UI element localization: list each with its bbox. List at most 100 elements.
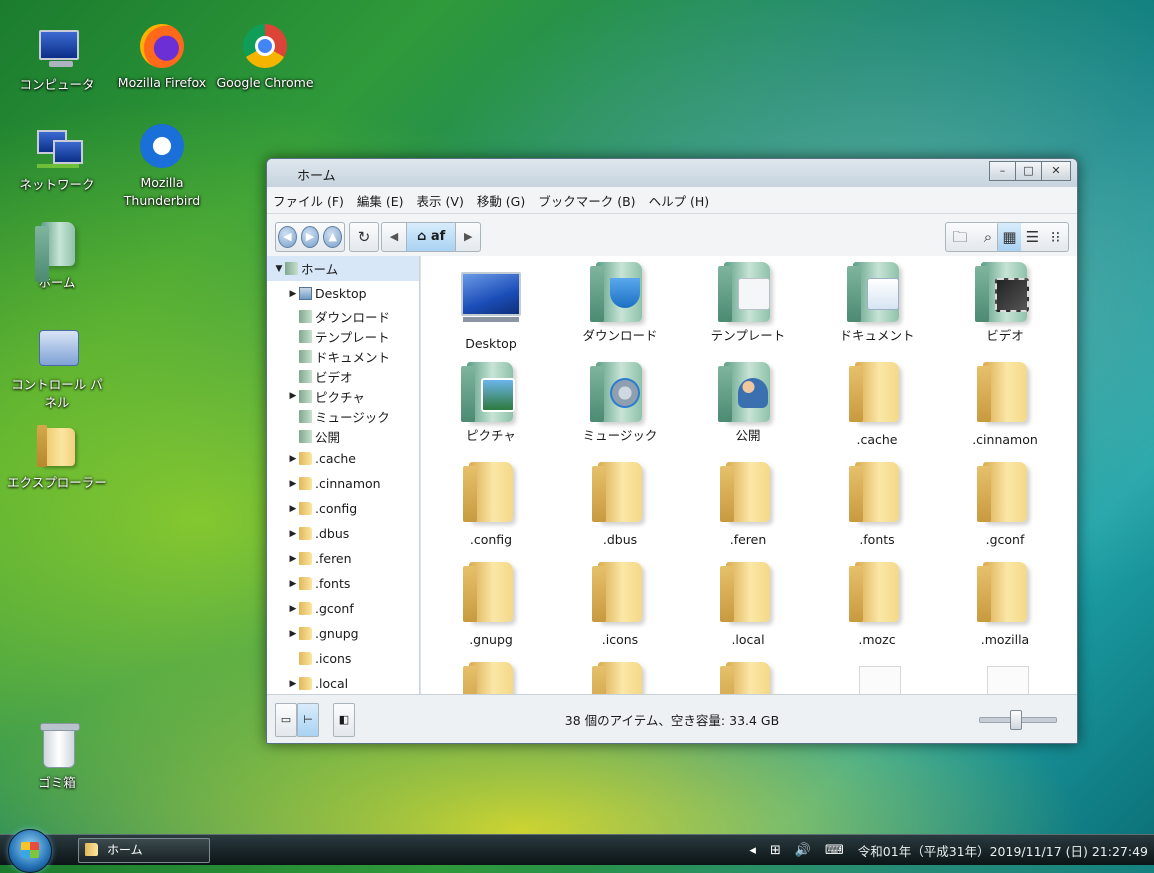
breadcrumb-home[interactable]: ⌂ af (406, 223, 457, 251)
expanded-arrow-icon[interactable]: ▼ (273, 264, 285, 274)
file-item-documents[interactable]: ドキュメント (813, 262, 941, 344)
tree-item-dbus[interactable]: ▶ .dbus (267, 521, 419, 546)
file-item-desktop[interactable]: Desktop (427, 266, 555, 352)
file-item-templates[interactable]: テンプレート (684, 262, 812, 344)
file-item-videos[interactable]: ビデオ (941, 262, 1069, 344)
file-item-gconf[interactable]: .gconf (941, 462, 1069, 548)
collapsed-arrow-icon[interactable]: ▶ (287, 579, 299, 589)
breadcrumb-right-arrow[interactable]: ▶ (456, 223, 480, 251)
tree-item-videos[interactable]: ビデオ (267, 366, 419, 386)
menu-bookmarks[interactable]: ブックマーク (B) (538, 191, 635, 210)
tree-item-home[interactable]: ▼ ホーム (267, 256, 419, 281)
file-item-pictures[interactable]: ピクチャ (427, 362, 555, 444)
tree-item-gnupg[interactable]: ▶ .gnupg (267, 621, 419, 646)
reload-button[interactable]: ↻ (349, 222, 379, 252)
menu-help[interactable]: ヘルプ (H) (649, 191, 710, 210)
menu-go[interactable]: 移動 (G) (477, 191, 525, 210)
tree-item-config[interactable]: ▶ .config (267, 496, 419, 521)
file-item-mozc[interactable]: .mozc (813, 562, 941, 648)
tree-item-gconf[interactable]: ▶ .gconf (267, 596, 419, 621)
collapsed-arrow-icon[interactable]: ▶ (287, 479, 299, 489)
collapsed-arrow-icon[interactable]: ▶ (287, 629, 299, 639)
folder-icon (461, 462, 521, 522)
icon-view-icon[interactable]: ▦ (998, 223, 1021, 251)
file-item-partial[interactable] (427, 662, 555, 695)
desktop-icon-network[interactable]: ネットワーク (7, 124, 107, 194)
file-item-partial[interactable] (813, 662, 941, 695)
file-item-cache[interactable]: .cache (813, 362, 941, 448)
tree-item-fonts[interactable]: ▶ .fonts (267, 571, 419, 596)
file-item-feren[interactable]: .feren (684, 462, 812, 548)
tree-item-documents[interactable]: ドキュメント (267, 346, 419, 366)
tree-item-public[interactable]: 公開 (267, 426, 419, 446)
taskbar-item-home[interactable]: ホーム (78, 838, 210, 863)
file-manager-window[interactable]: ホーム – □ ✕ ファイル (F) 編集 (E) 表示 (V) 移動 (G) … (266, 158, 1078, 744)
zoom-slider[interactable] (979, 710, 1057, 730)
desktop-icon-thunderbird[interactable]: Mozilla Thunderbird (112, 122, 212, 210)
tree-item-pictures[interactable]: ▶ ピクチャ (267, 386, 419, 406)
zoom-slider-handle[interactable] (1010, 710, 1022, 730)
sidebar-tree[interactable]: ▼ ホーム ▶ Desktop ダウンロード テンプレート ドキュメント ビデオ ▶… (267, 256, 420, 695)
desktop-icon-chrome[interactable]: Google Chrome (215, 22, 315, 92)
tree-item-downloads[interactable]: ダウンロード (267, 306, 419, 326)
start-button[interactable] (8, 829, 52, 873)
desktop-icon-control-panel[interactable]: コントロール パネル (7, 324, 107, 412)
breadcrumb-left-arrow[interactable]: ◀ (382, 223, 406, 251)
keyboard-icon[interactable]: ⌨ (825, 843, 844, 858)
file-item-partial[interactable] (556, 662, 684, 695)
file-item-mozilla[interactable]: .mozilla (941, 562, 1069, 648)
collapsed-arrow-icon[interactable]: ▶ (287, 391, 299, 401)
file-grid[interactable]: Desktop ダウンロード テンプレート ドキュメント ビデオ ピクチャ ミュ… (420, 256, 1077, 695)
tree-item-templates[interactable]: テンプレート (267, 326, 419, 346)
maximize-button[interactable]: □ (1015, 161, 1042, 181)
collapsed-arrow-icon[interactable]: ▶ (287, 289, 299, 299)
forward-button[interactable]: ▶ (300, 226, 320, 248)
back-button[interactable]: ◀ (278, 226, 297, 248)
file-item-icons[interactable]: .icons (556, 562, 684, 648)
collapsed-arrow-icon[interactable]: ▶ (287, 679, 299, 689)
desktop-icon-firefox[interactable]: Mozilla Firefox (112, 22, 212, 92)
file-item-music[interactable]: ミュージック (556, 362, 684, 444)
tray-expand-icon[interactable]: ◂ (749, 843, 756, 858)
collapsed-arrow-icon[interactable]: ▶ (287, 529, 299, 539)
close-button[interactable]: ✕ (1041, 161, 1071, 181)
menu-edit[interactable]: 編集 (E) (357, 191, 404, 210)
compact-view-icon[interactable]: ⁝⁝ (1044, 223, 1067, 251)
volume-icon[interactable]: 🔊 (795, 843, 811, 858)
desktop-icon-explorer[interactable]: エクスプローラー (7, 422, 107, 492)
desktop-icon-computer[interactable]: コンピュータ (7, 24, 107, 94)
network-status-icon[interactable]: ⊞ (770, 843, 781, 858)
collapsed-arrow-icon[interactable]: ▶ (287, 504, 299, 514)
collapsed-arrow-icon[interactable]: ▶ (287, 554, 299, 564)
desktop-icon-trash[interactable]: ゴミ箱 (7, 722, 107, 792)
file-item-config[interactable]: .config (427, 462, 555, 548)
control-panel-icon (33, 324, 81, 372)
menu-file[interactable]: ファイル (F) (273, 191, 344, 210)
desktop-icon-home[interactable]: ホーム (7, 222, 107, 292)
tree-item-desktop[interactable]: ▶ Desktop (267, 281, 419, 306)
file-item-partial[interactable] (684, 662, 812, 695)
file-item-downloads[interactable]: ダウンロード (556, 262, 684, 344)
tree-item-icons[interactable]: .icons (267, 646, 419, 671)
tree-item-feren[interactable]: ▶ .feren (267, 546, 419, 571)
collapsed-arrow-icon[interactable]: ▶ (287, 454, 299, 464)
up-button[interactable]: ▲ (323, 226, 343, 248)
file-item-cinnamon[interactable]: .cinnamon (941, 362, 1069, 448)
collapsed-arrow-icon[interactable]: ▶ (287, 604, 299, 614)
tree-item-cache[interactable]: ▶ .cache (267, 446, 419, 471)
title-bar[interactable]: ホーム – □ ✕ (267, 159, 1077, 187)
minimize-button[interactable]: – (989, 161, 1016, 181)
file-item-dbus[interactable]: .dbus (556, 462, 684, 548)
file-item-local[interactable]: .local (684, 562, 812, 648)
file-item-partial[interactable] (941, 662, 1069, 695)
tree-item-local[interactable]: ▶ .local (267, 671, 419, 695)
tree-item-music[interactable]: ミュージック (267, 406, 419, 426)
clock[interactable]: 令和01年（平成31年）2019/11/17 (日) 21:27:49 (858, 841, 1148, 860)
list-view-icon[interactable]: ☰ (1021, 223, 1044, 251)
tree-item-cinnamon[interactable]: ▶ .cinnamon (267, 471, 419, 496)
file-item-public[interactable]: 公開 (684, 362, 812, 444)
new-folder-icon[interactable]: 🗀 (946, 223, 974, 251)
menu-view[interactable]: 表示 (V) (417, 191, 464, 210)
file-item-gnupg[interactable]: .gnupg (427, 562, 555, 648)
file-item-fonts[interactable]: .fonts (813, 462, 941, 548)
